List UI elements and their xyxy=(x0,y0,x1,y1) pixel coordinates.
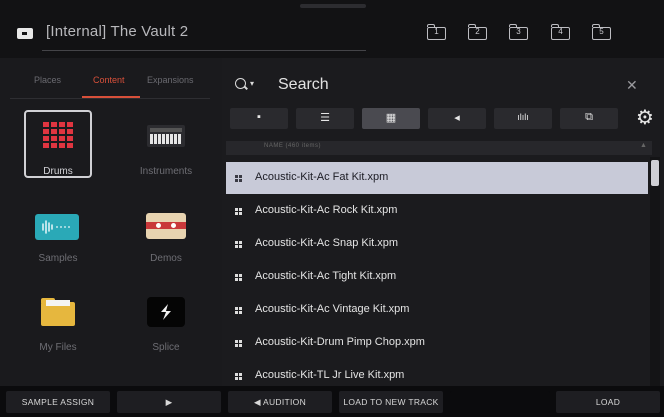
waveform-icon: ılılı xyxy=(517,112,529,122)
sliders-icon: ☰ xyxy=(320,112,330,124)
list-item[interactable]: Acoustic-Kit-Drum Pimp Chop.xpm xyxy=(226,327,648,359)
folder-shortcut-1[interactable]: 1 xyxy=(426,24,446,40)
tile-label-instruments: Instruments xyxy=(139,166,193,177)
list-item[interactable]: Acoustic-Kit-Ac Vintage Kit.xpm xyxy=(226,294,648,326)
tile-label-my-files: My Files xyxy=(39,342,77,353)
filter-plugin[interactable]: ◂ xyxy=(428,108,486,129)
keyboard-icon xyxy=(147,125,185,147)
load-to-new-track-button[interactable]: LOAD TO NEW TRACK xyxy=(339,391,443,413)
folder-shortcut-number: 4 xyxy=(558,27,563,36)
list-item[interactable]: Acoustic-Kit-Ac Tight Kit.xpm xyxy=(226,261,648,293)
folder-shortcut-2[interactable]: 2 xyxy=(467,24,487,40)
close-icon[interactable]: ✕ xyxy=(626,77,638,94)
tab-expansions[interactable]: Expansions xyxy=(147,75,194,85)
list-item-label: Acoustic-Kit-Ac Rock Kit.xpm xyxy=(255,204,398,216)
sample-assign-button[interactable]: SAMPLE ASSIGN xyxy=(6,391,110,413)
tab-places[interactable]: Places xyxy=(34,75,61,85)
grid-icon: ▦ xyxy=(385,112,397,124)
search-icon[interactable] xyxy=(235,78,246,89)
list-header-label: NAME (460 items) xyxy=(264,143,322,149)
audition-button[interactable]: ◀ AUDITION xyxy=(228,391,332,413)
list-item-label: Acoustic-Kit-Ac Fat Kit.xpm xyxy=(255,171,389,183)
drive-icon xyxy=(17,28,33,39)
folder-shortcut-number: 3 xyxy=(516,27,521,36)
location-underline xyxy=(42,50,366,51)
list-item[interactable]: Acoustic-Kit-TL Jr Live Kit.xpm xyxy=(226,360,648,386)
folder-shortcut-3[interactable]: 3 xyxy=(508,24,528,40)
sample-assign-label: SAMPLE ASSIGN xyxy=(21,397,95,407)
audition-label: ◀ AUDITION xyxy=(253,397,307,407)
program-icon xyxy=(235,340,242,347)
program-icon xyxy=(235,175,242,182)
search-title[interactable]: Search xyxy=(278,76,329,94)
program-icon xyxy=(235,274,242,281)
list-item[interactable]: Acoustic-Kit-Ac Fat Kit.xpm xyxy=(226,162,648,194)
waveform-icon xyxy=(35,214,79,240)
sort-chevron-icon[interactable]: ▲ xyxy=(640,142,647,149)
chevron-down-icon[interactable]: ▾ xyxy=(250,79,254,88)
folder-shortcut-5[interactable]: 5 xyxy=(591,24,611,40)
program-icon xyxy=(235,208,242,215)
scrollbar-thumb[interactable] xyxy=(651,160,659,186)
tab-content[interactable]: Content xyxy=(93,75,125,85)
tile-label-demos: Demos xyxy=(150,253,182,264)
empty-slot xyxy=(450,391,550,413)
load-to-new-track-label: LOAD TO NEW TRACK xyxy=(343,397,439,407)
program-icon xyxy=(235,241,242,248)
program-icon xyxy=(235,307,242,314)
list-item-label: Acoustic-Kit-Ac Vintage Kit.xpm xyxy=(255,303,410,315)
drag-handle[interactable] xyxy=(300,4,366,8)
list-item-label: Acoustic-Kit-Ac Snap Kit.xpm xyxy=(255,237,399,249)
folder-shortcut-number: 1 xyxy=(434,27,439,36)
drum-pads-icon xyxy=(43,122,73,150)
splice-logo-icon xyxy=(147,297,185,327)
list-item[interactable]: Acoustic-Kit-Ac Rock Kit.xpm xyxy=(226,195,648,227)
list-item[interactable]: Acoustic-Kit-Ac Snap Kit.xpm xyxy=(226,228,648,260)
load-button[interactable]: LOAD xyxy=(556,391,660,413)
list-item-label: Acoustic-Kit-Drum Pimp Chop.xpm xyxy=(255,336,425,348)
play-button[interactable]: ▶ xyxy=(117,391,221,413)
list-item-label: Acoustic-Kit-Ac Tight Kit.xpm xyxy=(255,270,397,282)
play-icon: ▶ xyxy=(165,397,173,407)
filter-copy[interactable]: ⧉ xyxy=(560,108,618,129)
copy-icon: ⧉ xyxy=(585,111,593,123)
tile-label-splice: Splice xyxy=(152,342,180,353)
filter-audio[interactable]: ılılı xyxy=(494,108,552,129)
gear-icon[interactable]: ⚙ xyxy=(636,105,654,130)
folder-shortcut-number: 5 xyxy=(599,27,604,36)
tile-label-drums: Drums xyxy=(43,166,73,177)
scrollbar-track[interactable] xyxy=(650,157,660,386)
file-icon: ▪ xyxy=(257,111,261,123)
program-icon xyxy=(235,373,242,380)
location-title[interactable]: [Internal] The Vault 2 xyxy=(46,23,188,40)
filter-grid[interactable]: ▦ xyxy=(362,108,420,129)
folder-icon xyxy=(41,298,75,326)
plugin-icon: ◂ xyxy=(454,112,460,124)
folder-shortcut-number: 2 xyxy=(475,27,480,36)
tile-label-samples: Samples xyxy=(38,253,78,264)
list-item-label: Acoustic-Kit-TL Jr Live Kit.xpm xyxy=(255,369,405,381)
filter-sliders[interactable]: ☰ xyxy=(296,108,354,129)
cassette-icon xyxy=(146,213,186,239)
filter-file[interactable]: ▪ xyxy=(230,108,288,129)
tab-divider xyxy=(10,98,210,99)
folder-shortcut-4[interactable]: 4 xyxy=(550,24,570,40)
load-label: LOAD xyxy=(595,397,621,407)
